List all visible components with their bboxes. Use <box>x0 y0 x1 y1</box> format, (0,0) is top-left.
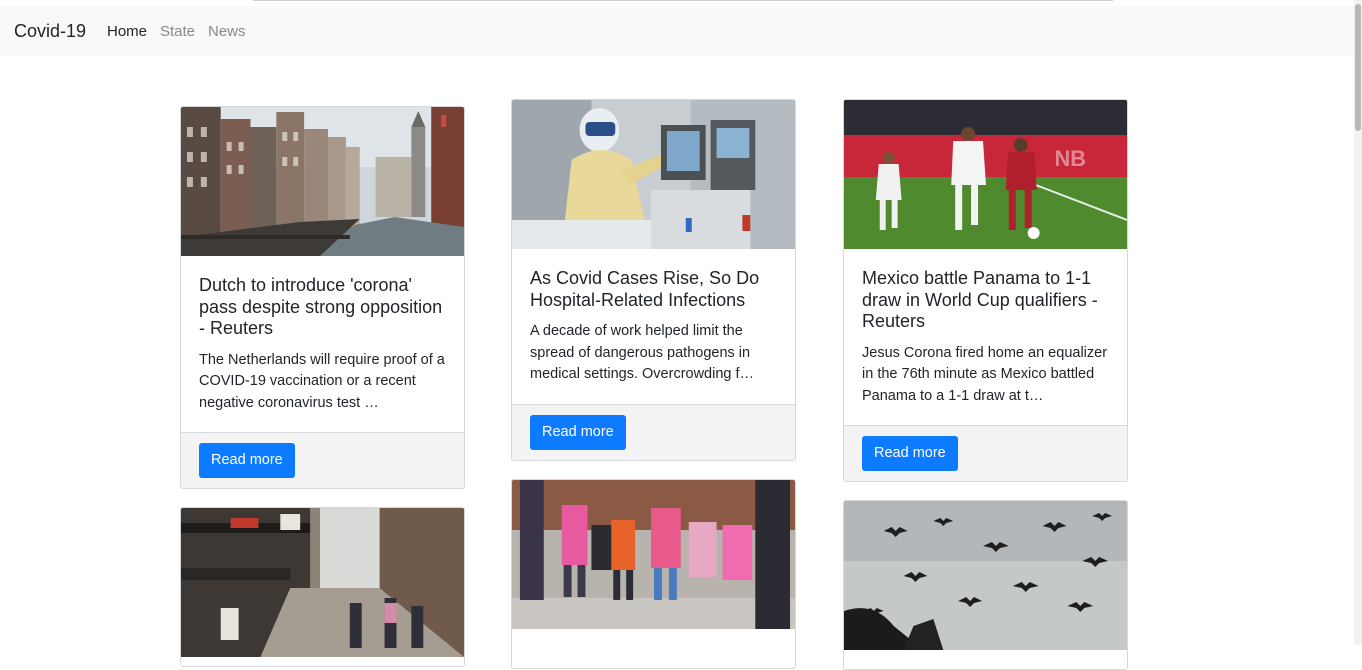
nav-link-news[interactable]: News <box>208 23 246 40</box>
card-footer: Read more <box>512 404 795 460</box>
article-description: A decade of work helped limit the spread… <box>530 323 755 382</box>
article-title: Dutch to introduce 'corona' pass despite… <box>199 275 443 338</box>
nav-link-state[interactable]: State <box>160 23 195 40</box>
news-card: Dutch to introduce 'corona' pass despite… <box>180 106 465 489</box>
read-more-button[interactable]: Read more <box>862 436 958 471</box>
article-title: Mexico battle Panama to 1-1 draw in Worl… <box>862 268 1098 331</box>
svg-text:NB: NB <box>1055 146 1087 171</box>
article-description: Jesus Corona fired home an equalizer in … <box>862 344 1108 404</box>
news-card: NB Mexico battle Panama to 1-1 draw in W… <box>843 99 1128 482</box>
news-card: As Covid Cases Rise, So Do Hospital-Rela… <box>511 99 796 461</box>
read-more-button[interactable]: Read more <box>530 415 626 450</box>
article-image <box>181 508 464 657</box>
article-image: NB <box>844 100 1127 249</box>
nav-link-home[interactable]: Home <box>107 23 147 40</box>
news-card <box>180 507 465 667</box>
article-image <box>844 501 1127 650</box>
article-image <box>181 107 464 256</box>
article-description: The Netherlands will require proof of a … <box>199 351 445 411</box>
news-card <box>511 479 796 669</box>
navbar: Covid-19 Home State News <box>0 6 1354 56</box>
scrollbar[interactable] <box>1354 0 1362 645</box>
card-footer: Read more <box>844 425 1127 481</box>
article-image <box>512 480 795 629</box>
card-footer: Read more <box>181 432 464 488</box>
top-edge-line <box>253 0 1113 1</box>
article-title: As Covid Cases Rise, So Do Hospital-Rela… <box>530 268 760 310</box>
navbar-brand[interactable]: Covid-19 <box>14 21 86 42</box>
scrollbar-thumb[interactable] <box>1355 4 1361 131</box>
article-image <box>512 100 795 249</box>
read-more-button[interactable]: Read more <box>199 443 295 478</box>
